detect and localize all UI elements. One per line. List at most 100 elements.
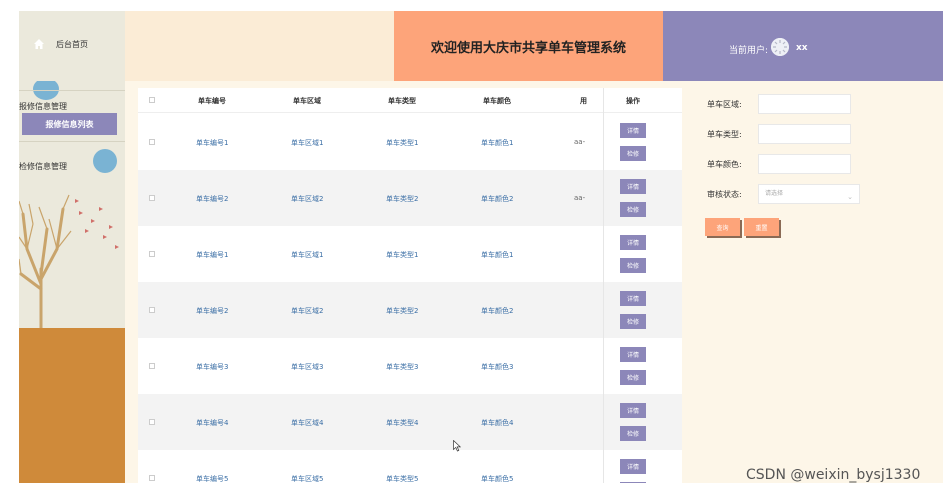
detail-button[interactable]: 详情: [620, 235, 646, 250]
cell-bike-area: 单车区域2: [291, 307, 324, 315]
filter-status-placeholder: 请选择: [765, 190, 784, 197]
filter-area-input[interactable]: [758, 94, 851, 114]
row-checkbox[interactable]: [149, 475, 155, 481]
cell-bike-no: 单车编号4: [196, 419, 229, 427]
cell-bike-color: 单车颜色1: [481, 251, 514, 259]
current-user-label: 当前用户:: [729, 46, 769, 56]
filter-status-select[interactable]: 请选择 ⌄: [758, 184, 860, 204]
cell-bike-area: 单车区域3: [291, 363, 324, 371]
ground-decoration: [19, 328, 125, 483]
row-checkbox[interactable]: [149, 307, 155, 313]
avatar-icon[interactable]: [771, 38, 789, 56]
repair-button[interactable]: 检修: [620, 202, 646, 217]
cell-bike-type: 单车类型3: [386, 363, 419, 371]
cell-bike-no: 单车编号1: [196, 139, 229, 147]
watermark-text: CSDN @weixin_bysj1330: [746, 467, 921, 483]
row-checkbox[interactable]: [149, 195, 155, 201]
filter-type-input[interactable]: [758, 124, 851, 144]
repair-button[interactable]: 检修: [620, 482, 646, 483]
cell-truncated: aa-: [574, 138, 586, 146]
column-header-bike-color: 单车颜色: [483, 97, 511, 105]
filter-color-input[interactable]: [758, 154, 851, 174]
detail-button[interactable]: 详情: [620, 291, 646, 306]
column-header-actions: 操作: [626, 97, 640, 105]
cell-bike-type: 单车类型1: [386, 139, 419, 147]
detail-button[interactable]: 详情: [620, 179, 646, 194]
cell-truncated: aa-: [574, 194, 586, 202]
filter-area-label: 单车区域:: [707, 100, 742, 109]
cell-bike-color: 单车颜色2: [481, 195, 514, 203]
select-all-checkbox[interactable]: [149, 97, 155, 103]
cell-bike-area: 单车区域2: [291, 195, 324, 203]
row-checkbox[interactable]: [149, 419, 155, 425]
filter-type-label: 单车类型:: [707, 130, 742, 139]
cell-bike-type: 单车类型2: [386, 307, 419, 315]
home-icon: [34, 39, 44, 49]
cell-bike-area: 单车区域1: [291, 251, 324, 259]
mouse-cursor-icon: [453, 440, 461, 452]
sidebar-group-inspection-info[interactable]: 检修信息管理: [19, 161, 67, 172]
table-row: 单车编号1 单车区域1 单车类型1 单车颜色1 aa- 详情 检修: [138, 114, 682, 170]
cell-bike-no: 单车编号1: [196, 251, 229, 259]
cloud-decoration: [93, 149, 117, 173]
sidebar-group-repair-info[interactable]: 报修信息管理: [19, 101, 67, 112]
repair-button[interactable]: 检修: [620, 258, 646, 273]
repair-button[interactable]: 检修: [620, 314, 646, 329]
column-header-bike-type: 单车类型: [388, 97, 416, 105]
detail-button[interactable]: 详情: [620, 123, 646, 138]
row-checkbox[interactable]: [149, 139, 155, 145]
page-title: 欢迎使用大庆市共享单车管理系统: [430, 40, 626, 56]
current-user-name: xx: [796, 43, 808, 53]
detail-button[interactable]: 详情: [620, 403, 646, 418]
cell-bike-type: 单车类型2: [386, 195, 419, 203]
table-header: 单车编号 单车区域 单车类型 单车颜色 用 操作: [138, 88, 682, 113]
sidebar-item-repair-list[interactable]: 报修信息列表: [22, 113, 117, 135]
table-row: 单车编号2 单车区域2 单车类型2 单车颜色2 aa- 详情 检修: [138, 170, 682, 226]
table-row: 单车编号3 单车区域3 单车类型3 单车颜色3 详情 检修: [138, 338, 682, 394]
repair-button[interactable]: 检修: [620, 426, 646, 441]
repair-button[interactable]: 检修: [620, 146, 646, 161]
sidebar-divider: [19, 141, 125, 142]
detail-button[interactable]: 详情: [620, 347, 646, 362]
cell-bike-no: 单车编号5: [196, 475, 229, 483]
header-user-area: 当前用户: xx: [663, 11, 943, 81]
sidebar: 报修信息管理 报修信息列表 检修信息管理: [19, 81, 125, 483]
table-row: 单车编号4 单车区域4 单车类型4 单车颜色4 详情 检修: [138, 394, 682, 450]
header-home-area[interactable]: 后台首页: [19, 11, 125, 81]
cell-bike-color: 单车颜色4: [481, 419, 514, 427]
cell-bike-type: 单车类型4: [386, 419, 419, 427]
table-row: 单车编号5 单车区域5 单车类型5 单车颜色5 详情 检修: [138, 450, 682, 483]
column-header-truncated: 用: [580, 97, 587, 105]
reset-button[interactable]: 重置: [744, 218, 779, 236]
cell-bike-color: 单车颜色3: [481, 363, 514, 371]
query-button[interactable]: 查询: [705, 218, 740, 236]
cell-bike-color: 单车颜色5: [481, 475, 514, 483]
cell-bike-type: 单车类型1: [386, 251, 419, 259]
row-checkbox[interactable]: [149, 251, 155, 257]
cell-bike-no: 单车编号2: [196, 307, 229, 315]
repair-button[interactable]: 检修: [620, 370, 646, 385]
cell-bike-color: 单车颜色2: [481, 307, 514, 315]
app-frame: 后台首页 欢迎使用大庆市共享单车管理系统 当前用户: xx 报修信息管理 报修信…: [19, 11, 943, 483]
detail-button[interactable]: 详情: [620, 459, 646, 474]
cell-bike-area: 单车区域1: [291, 139, 324, 147]
repair-table: 单车编号 单车区域 单车类型 单车颜色 用 操作 单车编号1 单车区域1 单车类…: [138, 88, 682, 483]
row-checkbox[interactable]: [149, 363, 155, 369]
filter-status-label: 审核状态:: [707, 190, 742, 199]
cell-bike-area: 单车区域4: [291, 419, 324, 427]
tree-illustration: [19, 194, 119, 339]
column-divider: [603, 88, 604, 483]
header-title-box: 欢迎使用大庆市共享单车管理系统: [394, 11, 663, 81]
filter-color-label: 单车颜色:: [707, 160, 742, 169]
header-spacer: [125, 11, 394, 81]
column-header-bike-no: 单车编号: [198, 97, 226, 105]
cell-bike-type: 单车类型5: [386, 475, 419, 483]
cell-bike-no: 单车编号3: [196, 363, 229, 371]
table-row: 单车编号1 单车区域1 单车类型1 单车颜色1 详情 检修: [138, 226, 682, 282]
column-header-bike-area: 单车区域: [293, 97, 321, 105]
home-link[interactable]: 后台首页: [56, 39, 88, 50]
cloud-decoration: [33, 81, 59, 100]
table-row: 单车编号2 单车区域2 单车类型2 单车颜色2 详情 检修: [138, 282, 682, 338]
cell-bike-area: 单车区域5: [291, 475, 324, 483]
sidebar-divider: [19, 90, 125, 91]
